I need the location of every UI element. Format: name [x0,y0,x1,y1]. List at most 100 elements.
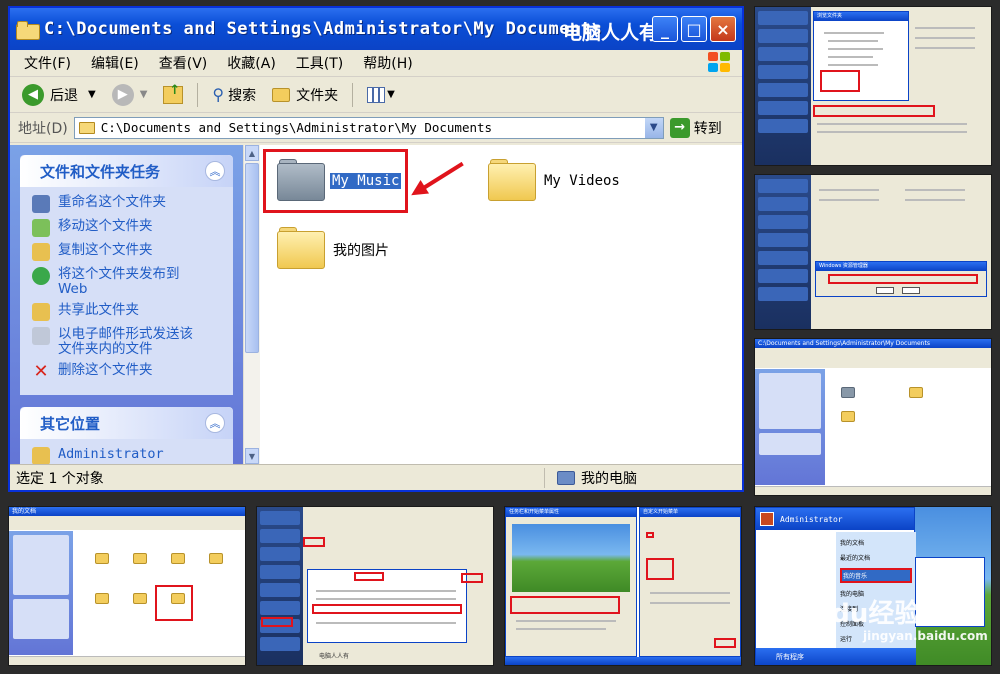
search-label: 搜索 [228,87,257,104]
file-tasks-header[interactable]: 文件和文件夹任务 ︽ [20,155,233,187]
brand-watermark-small: 电脑人人有 [319,653,350,660]
address-input[interactable]: C:\Documents and Settings\Administrator\… [73,116,664,139]
task-label: 共享此文件夹 [58,302,139,318]
task-pane-scrollbar[interactable]: ▲ ▼ [243,145,260,464]
status-bar: 选定 1 个对象 我的电脑 [10,464,742,490]
avatar [760,512,774,526]
scroll-thumb[interactable] [245,163,259,353]
forward-button[interactable]: ▶ ▼ [106,81,154,109]
thumbnail-start-menu: Administrator 我的文档 最近的文档 我的音乐 我的电脑 连接到 控… [754,506,992,666]
start-item[interactable]: 我的文档 [840,538,912,547]
all-programs-link[interactable]: 所有程序 [776,652,804,662]
thumbnail-taskbar-properties: 任务栏和开始菜单属性 自定义开始菜单 [504,506,742,666]
task-email[interactable]: 以电子邮件形式发送该文件夹内的文件 [32,327,225,357]
folder-icon [16,20,40,40]
status-location-label: 我的电脑 [581,470,637,487]
task-move[interactable]: 移动这个文件夹 [32,219,225,237]
globe-icon [32,267,50,285]
search-button[interactable]: ⚲ 搜索 [206,81,262,109]
move-icon [32,219,50,237]
address-label: 地址(D) [18,120,68,137]
computer-icon [557,470,575,485]
menu-view[interactable]: 查看(V) [149,53,218,73]
task-share[interactable]: 共享此文件夹 [32,303,225,321]
views-icon [367,86,386,103]
thumbnail-confirm-dialog: Windows 资源管理器 [754,174,992,330]
place-label: Administrator [58,446,164,462]
toolbar-divider [197,82,199,107]
go-label: 转到 [693,120,722,137]
explorer-window: C:\Documents and Settings\Administrator\… [8,6,744,492]
toolbar-divider [352,82,354,107]
maximize-button[interactable]: □ [681,16,707,42]
task-delete[interactable]: ✕ 删除这个文件夹 [32,363,225,381]
chevron-down-icon[interactable]: ▼ [140,89,148,100]
go-arrow-icon: → [669,117,690,138]
menu-tools[interactable]: 工具(T) [286,53,353,73]
task-rename[interactable]: 重命名这个文件夹 [32,195,225,213]
go-button[interactable]: → 转到 [669,117,722,138]
email-icon [32,327,50,345]
menu-edit[interactable]: 编辑(E) [81,53,149,73]
red-arrow-icon [420,161,464,191]
collapse-icon[interactable]: ︽ [205,161,225,181]
thumbnail-explorer-mini: C:\Documents and Settings\Administrator\… [754,338,992,496]
close-button[interactable]: × [710,16,736,42]
task-label: 复制这个文件夹 [58,242,153,258]
scroll-down-icon[interactable]: ▼ [245,448,259,464]
highlight-box [263,149,408,213]
folders-label: 文件夹 [296,87,339,104]
menu-file[interactable]: 文件(F) [14,53,81,73]
toolbar: ◀ 后退 ▼ ▶ ▼ ↑ ⚲ 搜索 文件夹 ▼ [10,77,742,113]
start-item[interactable]: 最近的文档 [840,553,912,562]
up-folder-button[interactable]: ↑ [157,81,189,109]
status-selection: 选定 1 个对象 [10,467,545,488]
menu-favorites[interactable]: 收藏(A) [217,53,286,73]
folder-my-videos-icon[interactable] [488,159,536,201]
minimize-button[interactable]: _ [652,16,678,42]
task-copy[interactable]: 复制这个文件夹 [32,243,225,261]
place-administrator[interactable]: Administrator [32,447,225,464]
menu-bar: 文件(F) 编辑(E) 查看(V) 收藏(A) 工具(T) 帮助(H) [10,50,742,77]
windows-logo-icon [708,52,732,74]
window-title: C:\Documents and Settings\Administrator\… [44,19,603,39]
task-publish-web[interactable]: 将这个文件夹发布到Web [32,267,225,297]
views-button[interactable]: ▼ [361,81,401,109]
chevron-down-icon: ▼ [387,89,395,100]
folders-button[interactable]: 文件夹 [266,81,344,109]
folder-icon [78,121,95,134]
task-label: 移动这个文件夹 [58,218,153,234]
file-tasks-panel: 文件和文件夹任务 ︽ 重命名这个文件夹 移动这个文件夹 复制这个文件夹 将这个文… [20,155,233,395]
file-list: My Music My Videos 我的图片 [260,145,742,464]
file-label-my-pictures[interactable]: 我的图片 [333,240,389,260]
folder-icon [272,87,291,102]
thumbnail-folder-options-1: 浏览文件夹 [754,6,992,166]
file-label-my-videos[interactable]: My Videos [544,173,620,189]
content-area: 文件和文件夹任务 ︽ 重命名这个文件夹 移动这个文件夹 复制这个文件夹 将这个文… [10,145,742,464]
other-places-header[interactable]: 其它位置 ︽ [20,407,233,439]
other-places-title: 其它位置 [40,414,101,433]
chevron-down-icon[interactable]: ▼ [644,117,663,138]
start-item-selected[interactable]: 我的音乐 [840,568,912,583]
baidu-watermark-url: jingyan.baidu.com [863,629,988,643]
address-bar: 地址(D) C:\Documents and Settings\Administ… [10,113,742,143]
start-user-name: Administrator [780,514,843,524]
address-value: C:\Documents and Settings\Administrator\… [100,120,493,135]
folder-my-pictures-icon[interactable] [277,227,325,269]
task-label: 将这个文件夹发布到Web [58,266,180,297]
menu-help[interactable]: 帮助(H) [353,53,422,73]
share-folder-icon [32,303,50,321]
chevron-down-icon[interactable]: ▼ [88,89,96,100]
back-button[interactable]: ◀ 后退 ▼ [16,81,102,109]
scroll-up-icon[interactable]: ▲ [245,145,259,161]
title-bar[interactable]: C:\Documents and Settings\Administrator\… [10,8,742,50]
copy-icon [32,243,50,261]
collapse-icon[interactable]: ︽ [205,413,225,433]
brand-watermark: 电脑人人有 [563,22,659,44]
thumbnail-icon-view: 我的文档 [8,506,246,666]
folder-icon [32,447,50,464]
back-arrow-icon: ◀ [22,83,44,106]
rename-icon [32,195,50,213]
task-label: 以电子邮件形式发送该文件夹内的文件 [58,326,193,357]
status-location: 我的电脑 [545,468,637,488]
